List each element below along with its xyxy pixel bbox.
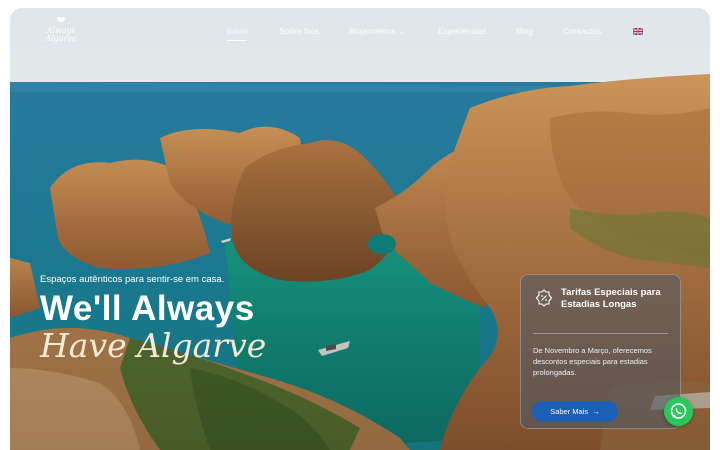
hero-headline-line2: Have Algarve	[40, 326, 267, 365]
page-frame: ❤ Always Algarve Início Sobre Nós Alojam…	[10, 8, 710, 450]
top-navigation: ❤ Always Algarve Início Sobre Nós Alojam…	[10, 8, 710, 64]
whatsapp-icon	[670, 403, 687, 419]
hero-headline-line1: We'll Always	[40, 289, 255, 328]
discount-badge-icon	[535, 289, 553, 307]
promo-card-divider	[533, 333, 668, 334]
saber-mais-button[interactable]: Saber Mais →	[532, 401, 618, 422]
promo-card-title: Tarifas Especiais para Estadias Longas	[561, 287, 661, 310]
nav-item-alojamentos-label: Alojamentos	[349, 26, 396, 36]
brand-logo-text: Always Algarve	[45, 26, 77, 43]
arrow-right-icon: →	[590, 407, 600, 416]
saber-mais-label: Saber Mais	[550, 407, 589, 416]
nav-item-alojamentos[interactable]: Alojamentos ⌄	[349, 25, 405, 39]
nav-item-contactos[interactable]: Contactos	[563, 25, 601, 37]
uk-flag-icon[interactable]	[633, 28, 643, 35]
nav-item-sobre-nos[interactable]: Sobre Nós	[279, 25, 319, 37]
promo-card: Tarifas Especiais para Estadias Longas D…	[520, 274, 681, 429]
brand-logo[interactable]: ❤ Always Algarve	[44, 16, 78, 52]
promo-card-text: De Novembro a Março, oferecemos desconto…	[533, 346, 652, 377]
chevron-down-icon: ⌄	[398, 29, 405, 36]
nav-item-blog[interactable]: Blog	[516, 25, 533, 37]
whatsapp-button[interactable]	[664, 397, 693, 426]
nav-item-experiencias[interactable]: Experiências	[438, 25, 487, 37]
nav-item-inicio[interactable]: Início	[227, 25, 248, 41]
hero-tagline: Espaços autênticos para sentir-se em cas…	[40, 274, 225, 285]
